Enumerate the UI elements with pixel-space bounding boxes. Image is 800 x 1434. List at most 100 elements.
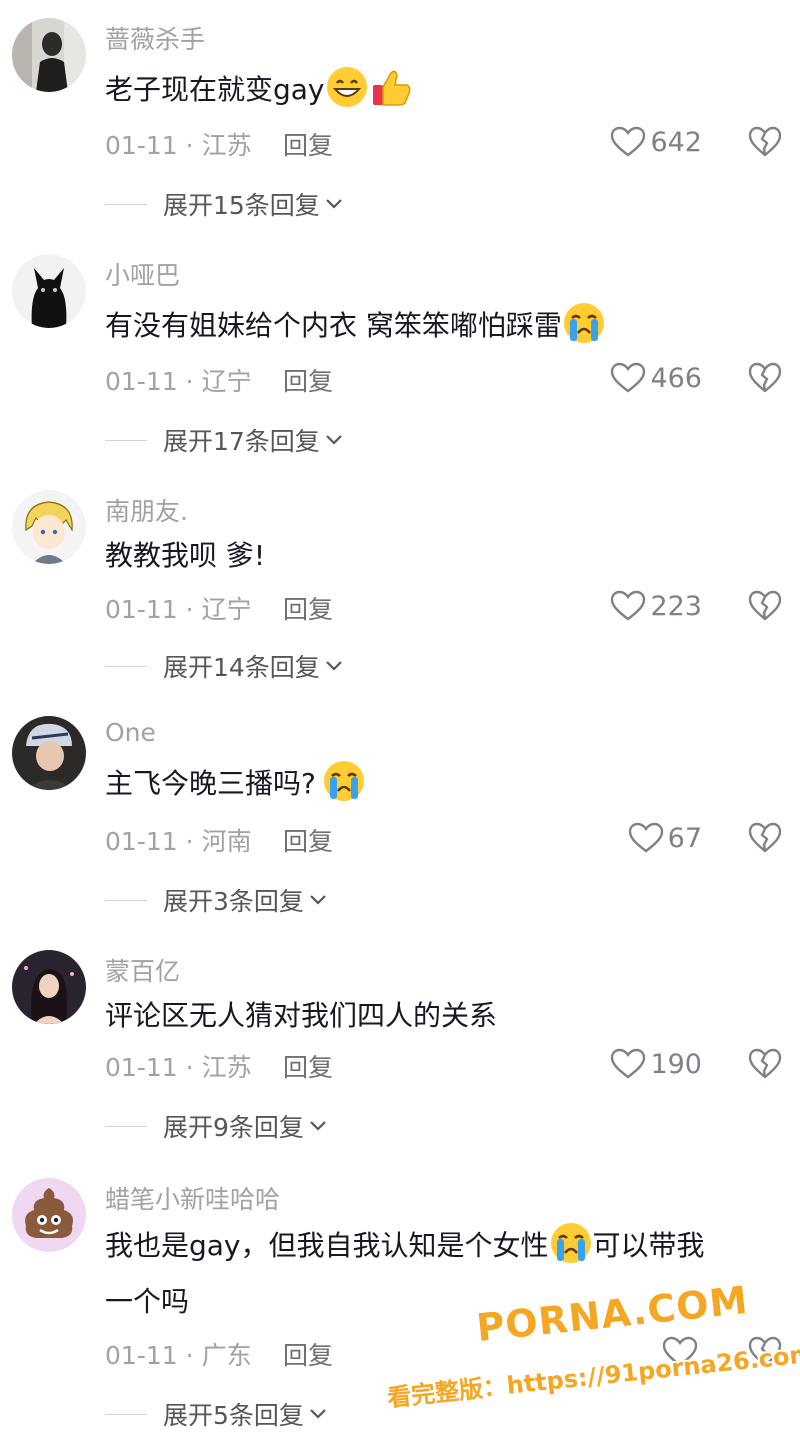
expand-replies-label: 展开3条回复 — [163, 887, 304, 916]
meta-separator: · — [185, 1341, 194, 1370]
comment-text-line: 一个吗 — [105, 1285, 190, 1318]
expand-replies-button[interactable]: 展开5条回复 — [105, 1396, 328, 1432]
broken-heart-icon — [748, 126, 782, 157]
comment-meta: 01-11 · 辽宁 回复 — [105, 362, 333, 398]
expand-replies-button[interactable]: 展开14条回复 — [105, 648, 344, 684]
reply-button[interactable]: 回复 — [283, 1048, 333, 1084]
divider — [105, 1413, 147, 1415]
divider — [105, 1125, 147, 1127]
chevron-down-icon — [326, 435, 342, 445]
meta-separator: · — [185, 367, 194, 396]
username[interactable]: 蒙百亿 — [105, 952, 180, 988]
heart-icon — [628, 822, 663, 853]
thumbs-up-emoji — [369, 65, 413, 109]
heart-icon — [611, 1048, 646, 1079]
comment-text: 教教我呗 爹! — [105, 528, 775, 584]
comment-location: 河南 — [201, 827, 252, 856]
reply-button[interactable]: 回复 — [283, 126, 333, 162]
meta-separator: · — [185, 595, 194, 624]
comment-text-line: 教教我呗 爹! — [105, 539, 266, 572]
comment-text: 主飞今晚三播吗? — [105, 756, 775, 812]
comment-text-line: 可以带我 — [592, 1229, 705, 1262]
crying-emoji — [549, 1221, 593, 1265]
meta-separator: · — [185, 827, 194, 856]
reply-button[interactable]: 回复 — [283, 590, 333, 626]
chevron-down-icon — [326, 199, 342, 209]
comment-text-line: 老子现在就变gay — [105, 73, 325, 106]
comment-text-line: 评论区无人猜对我们四人的关系 — [105, 999, 498, 1032]
divider — [105, 203, 147, 205]
username[interactable]: 蜡笔小新哇哈哈 — [105, 1180, 280, 1216]
expand-replies-button[interactable]: 展开9条回复 — [105, 1108, 328, 1144]
crying-emoji — [562, 301, 606, 345]
like-count: 223 — [650, 590, 702, 622]
username[interactable]: 小哑巴 — [105, 256, 180, 292]
broken-heart-icon — [748, 822, 782, 853]
like-count: 642 — [650, 126, 702, 158]
expand-replies-label: 展开17条回复 — [163, 427, 320, 456]
comment-text-line: 我也是gay，但我自我认知是个女性 — [105, 1229, 549, 1262]
comment-location: 江苏 — [201, 131, 252, 160]
avatar[interactable] — [12, 490, 86, 564]
reply-button[interactable]: 回复 — [283, 822, 333, 858]
avatar[interactable] — [12, 950, 86, 1024]
dislike-button[interactable] — [748, 362, 782, 394]
expand-replies-label: 展开5条回复 — [163, 1401, 304, 1430]
dislike-button[interactable] — [748, 590, 782, 622]
username[interactable]: 蔷薇杀手 — [105, 20, 205, 56]
comment-text: 我也是gay，但我自我认知是个女性 可以带我 一个吗 — [105, 1218, 775, 1330]
comment-date: 01-11 — [105, 131, 178, 160]
watermark-url: 看完整版：https://91porna26.com — [385, 1339, 800, 1413]
avatar[interactable] — [12, 254, 86, 328]
comment-location: 辽宁 — [201, 595, 252, 624]
like-button[interactable]: 223 — [610, 590, 702, 622]
comment-date: 01-11 — [105, 827, 178, 856]
expand-replies-label: 展开9条回复 — [163, 1113, 304, 1142]
like-button[interactable]: 466 — [610, 362, 702, 394]
grin-emoji — [325, 65, 369, 109]
heart-icon — [611, 126, 646, 157]
comment-location: 广东 — [201, 1341, 252, 1370]
chevron-down-icon — [310, 1409, 326, 1419]
meta-separator: · — [185, 1053, 194, 1082]
expand-replies-button[interactable]: 展开3条回复 — [105, 882, 328, 918]
dislike-button[interactable] — [748, 1336, 782, 1368]
comment-location: 江苏 — [201, 1053, 252, 1082]
avatar[interactable] — [12, 716, 86, 790]
comment-text-line: 有没有姐妹给个内衣 窝笨笨嘟怕踩雷 — [105, 309, 562, 342]
comment-date: 01-11 — [105, 367, 178, 396]
like-button[interactable] — [662, 1336, 702, 1368]
reply-button[interactable]: 回复 — [283, 362, 333, 398]
dislike-button[interactable] — [748, 1048, 782, 1080]
heart-icon — [662, 1336, 698, 1367]
chevron-down-icon — [326, 661, 342, 671]
broken-heart-icon — [748, 1336, 782, 1367]
expand-replies-button[interactable]: 展开17条回复 — [105, 422, 344, 458]
broken-heart-icon — [748, 1048, 782, 1079]
reply-button[interactable]: 回复 — [283, 1336, 333, 1372]
like-button[interactable]: 190 — [610, 1048, 702, 1080]
avatar[interactable] — [12, 18, 86, 92]
avatar[interactable] — [12, 1178, 86, 1252]
comment-meta: 01-11 · 河南 回复 — [105, 822, 333, 858]
username[interactable]: 南朋友. — [105, 492, 188, 528]
dislike-button[interactable] — [748, 822, 782, 854]
comment-meta: 01-11 · 辽宁 回复 — [105, 590, 333, 626]
like-button[interactable]: 67 — [628, 822, 702, 854]
comment-text: 老子现在就变gay — [105, 62, 775, 118]
crying-emoji — [322, 759, 366, 803]
meta-separator: · — [185, 131, 194, 160]
comment-date: 01-11 — [105, 1053, 178, 1082]
comment-meta: 01-11 · 江苏 回复 — [105, 126, 333, 162]
like-count: 67 — [667, 822, 702, 854]
expand-replies-button[interactable]: 展开15条回复 — [105, 186, 344, 222]
username[interactable]: One — [105, 718, 156, 747]
heart-icon — [611, 362, 646, 393]
comment-location: 辽宁 — [201, 367, 252, 396]
comment-text: 评论区无人猜对我们四人的关系 — [105, 988, 775, 1044]
heart-icon — [611, 590, 646, 621]
like-button[interactable]: 642 — [610, 126, 702, 158]
chevron-down-icon — [310, 895, 326, 905]
dislike-button[interactable] — [748, 126, 782, 158]
broken-heart-icon — [748, 362, 782, 393]
